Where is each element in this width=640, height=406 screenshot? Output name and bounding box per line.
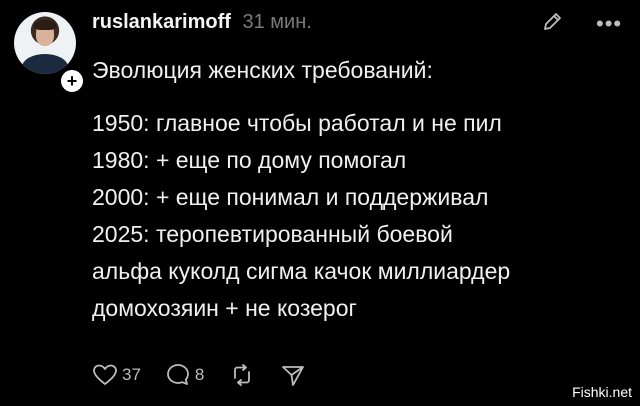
post-line: альфа куколд сигма качок миллиардер (92, 258, 511, 284)
comment-count: 8 (194, 365, 205, 384)
pencil-icon[interactable] (540, 10, 564, 34)
username[interactable]: ruslankarimoff (92, 11, 231, 33)
comment-icon (165, 362, 191, 388)
post-line: 2000: + еще понимал и поддерживал (92, 184, 489, 210)
post-body: Эволюция женских требований: 1950: главн… (92, 52, 622, 327)
more-icon[interactable]: ••• (596, 13, 622, 35)
like-button[interactable]: 37 (92, 363, 141, 387)
plus-icon[interactable]: + (59, 68, 85, 94)
post-line: домохозяин + не козерог (92, 295, 357, 321)
post-line: 1950: главное чтобы работал и не пил (92, 110, 502, 136)
avatar-container[interactable]: + (14, 12, 85, 94)
comment-button[interactable]: 8 (165, 362, 204, 388)
avatar-suit (22, 54, 68, 74)
post-title: Эволюция женских требований: (92, 57, 433, 83)
avatar-hair (34, 20, 56, 30)
heart-icon (92, 363, 118, 387)
repost-button[interactable] (228, 362, 256, 388)
watermark: Fishki.net (572, 384, 632, 400)
share-button[interactable] (280, 362, 306, 388)
avatar[interactable] (14, 12, 76, 74)
post-header: ruslankarimoff 31 мин. (92, 10, 312, 34)
repost-icon (228, 362, 256, 388)
like-count: 37 (122, 365, 141, 384)
post-line: 2025: теропевтированный боевой (92, 221, 453, 247)
post-actions: 37 8 (92, 360, 330, 390)
timestamp: 31 мин. (242, 11, 312, 33)
send-icon (280, 362, 306, 388)
post-line: 1980: + еще по дому помогал (92, 147, 407, 173)
